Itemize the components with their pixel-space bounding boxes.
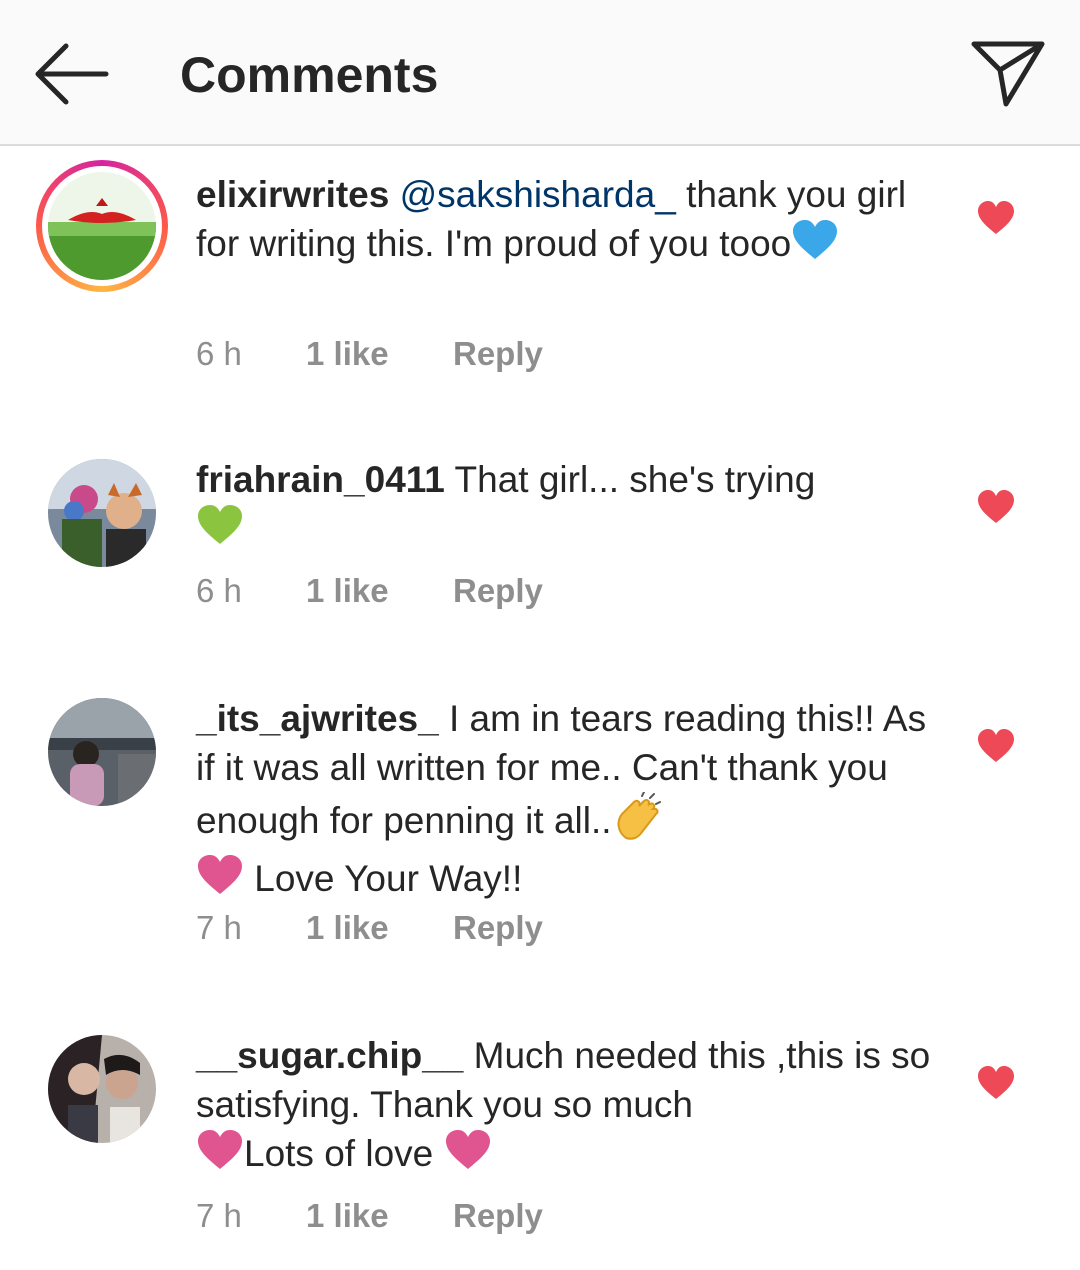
reply-button[interactable]: Reply bbox=[453, 332, 543, 376]
comment-text: elixirwrites @sakshisharda_ thank you gi… bbox=[196, 170, 946, 273]
blue-heart-icon bbox=[791, 219, 839, 273]
pink-heart-icon bbox=[196, 854, 244, 908]
avatar[interactable] bbox=[48, 698, 156, 806]
comment-username[interactable]: elixirwrites bbox=[196, 174, 389, 215]
arrow-left-icon bbox=[35, 43, 109, 105]
clapping-hands-icon bbox=[612, 791, 664, 854]
comment-username[interactable]: friahrain_0411 bbox=[196, 459, 445, 500]
comment-text: __sugar.chip__ Much needed this ,this is… bbox=[196, 1031, 946, 1183]
like-button[interactable] bbox=[976, 200, 1016, 236]
comment-likes[interactable]: 1 like bbox=[306, 332, 389, 376]
avatar bbox=[48, 172, 156, 280]
comment-body-end: Lots of love bbox=[244, 1133, 434, 1174]
comment-likes[interactable]: 1 like bbox=[306, 569, 389, 613]
comment-username[interactable]: __sugar.chip__ bbox=[196, 1035, 463, 1076]
avatar[interactable] bbox=[48, 459, 156, 567]
comment-body-end: Love Your Way!! bbox=[254, 858, 523, 899]
heart-icon bbox=[978, 490, 1014, 523]
story-ring[interactable] bbox=[36, 160, 168, 292]
paper-plane-icon bbox=[971, 41, 1045, 107]
comment-time: 6 h bbox=[196, 335, 242, 372]
share-button[interactable] bbox=[968, 36, 1048, 112]
comment-likes[interactable]: 1 like bbox=[306, 906, 389, 950]
comment-text: _its_ajwrites_ I am in tears reading thi… bbox=[196, 694, 946, 908]
comment-time: 6 h bbox=[196, 572, 242, 609]
header-bar: Comments bbox=[0, 0, 1080, 146]
comment-text: friahrain_0411 That girl... she's trying bbox=[196, 455, 946, 558]
comment-username[interactable]: _its_ajwrites_ bbox=[196, 698, 439, 739]
green-heart-icon bbox=[196, 504, 244, 558]
heart-icon bbox=[978, 729, 1014, 762]
like-button[interactable] bbox=[976, 728, 1016, 764]
comment-time: 7 h bbox=[196, 1197, 242, 1234]
reply-button[interactable]: Reply bbox=[453, 906, 543, 950]
back-button[interactable] bbox=[30, 40, 110, 108]
page-title: Comments bbox=[180, 47, 439, 103]
reply-button[interactable]: Reply bbox=[453, 1194, 543, 1238]
comment-likes[interactable]: 1 like bbox=[306, 1194, 389, 1238]
pink-heart-icon bbox=[196, 1129, 244, 1183]
heart-icon bbox=[978, 1066, 1014, 1099]
like-button[interactable] bbox=[976, 1065, 1016, 1101]
reply-button[interactable]: Reply bbox=[453, 569, 543, 613]
comment-body: That girl... she's trying bbox=[454, 459, 816, 500]
comment-mention[interactable]: @sakshisharda_ bbox=[400, 174, 676, 215]
pink-heart-icon bbox=[444, 1129, 492, 1183]
like-button[interactable] bbox=[976, 489, 1016, 525]
avatar[interactable] bbox=[48, 1035, 156, 1143]
comment-time: 7 h bbox=[196, 909, 242, 946]
heart-icon bbox=[978, 201, 1014, 234]
